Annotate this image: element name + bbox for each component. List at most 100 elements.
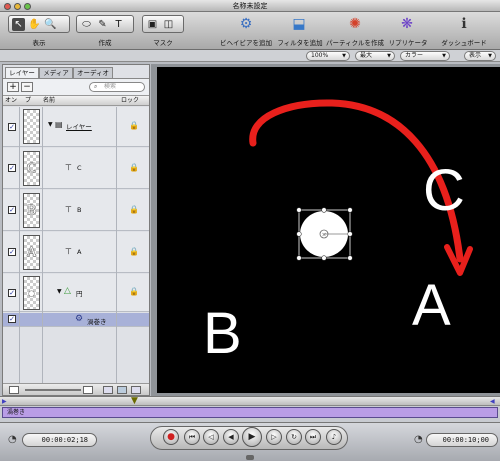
gear-icon[interactable]: ⚙ (237, 15, 255, 33)
lock-icon[interactable]: 🔒 (129, 163, 139, 172)
quality-select[interactable]: 最大 ▼ (355, 51, 395, 61)
layer-enable-checkbox[interactable]: ✓ (8, 123, 16, 131)
layer-enable-checkbox[interactable]: ✓ (8, 164, 16, 172)
thumbnail-size-slider[interactable] (25, 389, 81, 391)
channels-select[interactable]: カラー ▼ (400, 51, 450, 61)
canvas-letter-a[interactable]: A (412, 273, 451, 338)
info-icon[interactable]: ℹ (455, 15, 473, 33)
layer-row-a[interactable]: ✓ A ⊤ A 🔒 (3, 232, 149, 273)
chevron-down-icon: ▼ (488, 53, 492, 59)
search-placeholder: 検索 (104, 83, 117, 90)
layer-row-c[interactable]: ✓ C ⊤ C 🔒 (3, 148, 149, 189)
make-particles-label[interactable]: パーティクルを作成 (322, 37, 388, 47)
view-mode-icon[interactable] (131, 386, 141, 394)
duration-icon: ◔ (414, 434, 423, 445)
add-filter-label[interactable]: フィルタを追加 (270, 37, 330, 47)
selected-circle-shape[interactable]: × (296, 207, 353, 261)
disclosure-triangle-icon[interactable]: ▼ (57, 288, 62, 295)
layer-column-header: オン プ 名前 ロック (3, 95, 149, 106)
chevron-down-icon: ▼ (442, 53, 446, 59)
tab-media[interactable]: メディア (39, 67, 73, 78)
zoom-button[interactable] (24, 2, 31, 10)
hand-tool-icon[interactable]: ✋ (28, 18, 41, 31)
panel-bottom-bar (3, 383, 149, 395)
go-to-start-button[interactable]: ⏮ (184, 429, 200, 445)
quality-value: 最大 (360, 52, 373, 59)
bezier-mask-icon[interactable]: ◫ (162, 18, 175, 31)
close-button[interactable] (4, 2, 11, 10)
channels-value: カラー (405, 52, 424, 59)
search-input[interactable]: ⌕ 検索 (89, 82, 145, 92)
filter-icon[interactable]: ⬓ (290, 15, 308, 33)
display-select[interactable]: 表示 ▼ (464, 51, 496, 61)
layer-view-icon[interactable] (9, 386, 19, 394)
view-tools-group: ↖ ✋ 🔍 (8, 15, 70, 33)
layer-enable-checkbox[interactable]: ✓ (8, 289, 16, 297)
duration-display[interactable]: 00:00:10;00 (426, 433, 498, 447)
text-tool-icon[interactable]: T (112, 18, 125, 31)
disclosure-triangle-icon[interactable]: ▼ (48, 121, 53, 128)
layer-row-circle[interactable]: ✓ ● ▼ △ 円 🔒 (3, 274, 149, 312)
layer-enable-checkbox[interactable]: ✓ (8, 206, 16, 214)
layer-row-group[interactable]: ✓ ▼ ▤ レイヤー 🔒 (3, 107, 149, 147)
lock-icon[interactable]: 🔒 (129, 287, 139, 296)
canvas-letter-b[interactable]: B (203, 301, 242, 366)
panel-toolbar: + − ⌕ 検索 (3, 78, 149, 95)
view-mode-icon[interactable] (117, 386, 127, 394)
behavior-enable-checkbox[interactable]: ✓ (8, 315, 16, 323)
out-point-marker-icon[interactable]: ◀ (490, 398, 495, 405)
large-thumb-icon[interactable] (83, 386, 93, 394)
select-tool-icon[interactable]: ↖ (12, 17, 25, 31)
layer-thumbnail: A (23, 235, 40, 270)
tab-layers[interactable]: レイヤー (5, 67, 39, 78)
playhead-icon[interactable]: ▼ (131, 396, 138, 406)
remove-layer-button[interactable]: − (21, 82, 33, 92)
loop-button[interactable]: ↻ (286, 429, 302, 445)
tab-audio[interactable]: オーディオ (73, 67, 113, 78)
text-layer-icon: ⊤ (65, 247, 72, 256)
layer-row-b[interactable]: ✓ B ⊤ B 🔒 (3, 190, 149, 231)
layers-panel: レイヤー メディア オーディオ + − ⌕ 検索 オン プ 名前 ロック ✓ ▼… (2, 64, 150, 396)
window-title-bar: 名称未設定 (0, 0, 500, 12)
rect-mask-icon[interactable]: ▣ (146, 18, 159, 31)
column-on: オン (5, 97, 18, 104)
step-back-button[interactable]: ◁ (203, 429, 219, 445)
layer-name: C (77, 164, 82, 172)
window-title: 名称未設定 (232, 2, 268, 10)
bezier-tool-icon[interactable]: ✎ (96, 18, 109, 31)
column-preview: プ (25, 97, 32, 104)
go-to-end-button[interactable]: ⏭ (305, 429, 321, 445)
audio-button[interactable]: ♪ (326, 429, 342, 445)
record-button[interactable]: ● (163, 429, 179, 445)
lock-icon[interactable]: 🔒 (129, 247, 139, 256)
timeline-ruler[interactable]: ▶ ▼ ◀ (0, 396, 500, 406)
particles-icon[interactable]: ✺ (346, 15, 364, 33)
column-name: 名前 (43, 97, 56, 104)
canvas-letter-c[interactable]: C (423, 158, 465, 223)
current-time-display[interactable]: 00:00:02;18 (22, 433, 97, 447)
play-button[interactable]: ▶ (242, 427, 262, 447)
ellipse-tool-icon[interactable]: ⬭ (80, 18, 93, 31)
replicate-label[interactable]: リプリケータ (384, 37, 432, 47)
zoom-select[interactable]: 100% ▼ (306, 51, 350, 61)
layer-row-behavior[interactable]: ✓ ⚙ 渦巻き (3, 313, 149, 327)
zoom-tool-icon[interactable]: 🔍 (44, 18, 57, 31)
resize-grip[interactable] (246, 455, 254, 460)
add-layer-button[interactable]: + (7, 82, 19, 92)
lock-icon[interactable]: 🔒 (129, 205, 139, 214)
layer-enable-checkbox[interactable]: ✓ (8, 248, 16, 256)
step-forward-button[interactable]: ▷ (266, 429, 282, 445)
gear-icon: ⚙ (75, 314, 84, 324)
play-reverse-button[interactable]: ◀ (223, 429, 239, 445)
replicator-icon[interactable]: ❋ (398, 15, 416, 33)
column-lock: ロック (121, 97, 140, 104)
mini-timeline: ▶ ▼ ◀ 渦巻き (0, 396, 500, 422)
canvas[interactable]: C A B × (157, 67, 500, 393)
minimize-button[interactable] (14, 2, 21, 10)
view-mode-icon[interactable] (103, 386, 113, 394)
layer-thumbnail: B (23, 193, 40, 228)
behavior-track-bar[interactable]: 渦巻き (2, 407, 498, 418)
lock-icon[interactable]: 🔒 (129, 121, 139, 130)
in-point-marker-icon[interactable]: ▶ (2, 398, 7, 405)
dashboard-label[interactable]: ダッシュボード (436, 37, 492, 47)
